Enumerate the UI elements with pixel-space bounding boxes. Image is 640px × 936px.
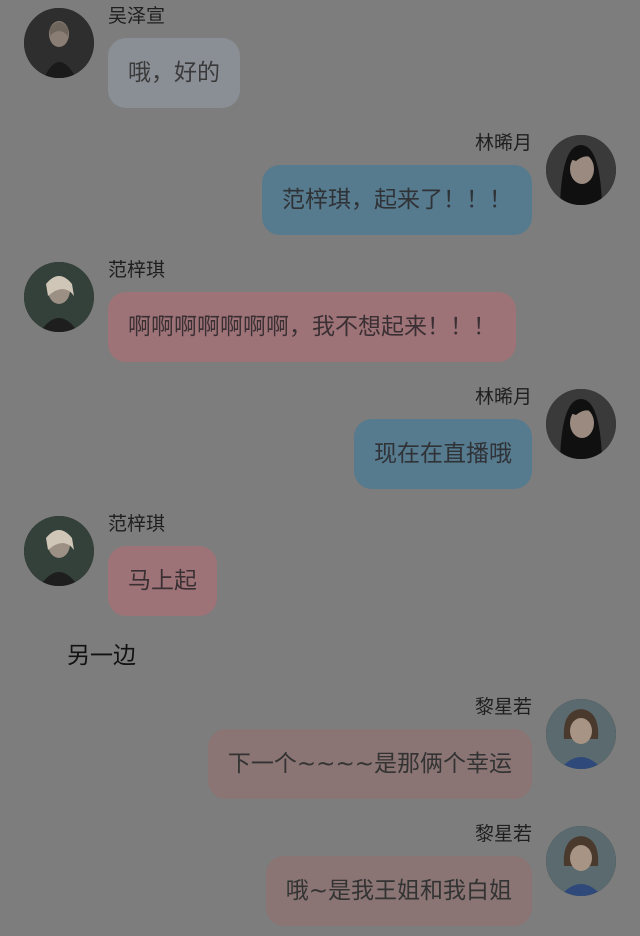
message-bubble[interactable]: 下一个~~~~是那俩个幸运	[207, 729, 532, 799]
sender-name: 范梓琪	[108, 259, 166, 281]
message-bubble[interactable]: 哦~是我王姐和我白姐	[265, 856, 532, 926]
message-bubble[interactable]: 范梓琪，起来了！！！	[262, 165, 532, 235]
message-bubble[interactable]: 啊啊啊啊啊啊啊，我不想起来！！！	[108, 292, 516, 362]
section-label: 另一边	[67, 643, 136, 669]
sender-name: 吴泽宣	[108, 5, 166, 27]
avatar-fanziqi[interactable]	[24, 516, 94, 586]
avatar-lixingruo[interactable]	[546, 826, 616, 896]
avatar-linxiyue[interactable]	[546, 389, 616, 459]
avatar-lixingruo[interactable]	[546, 699, 616, 769]
avatar-fanziqi[interactable]	[24, 262, 94, 332]
avatar-linxiyue[interactable]	[546, 135, 616, 205]
sender-name: 范梓琪	[108, 513, 166, 535]
message-bubble[interactable]: 哦，好的	[108, 38, 240, 108]
avatar-wuzexuan[interactable]	[24, 8, 94, 78]
sender-name: 黎星若	[474, 823, 532, 845]
message-bubble[interactable]: 马上起	[108, 546, 217, 616]
sender-name: 黎星若	[474, 696, 532, 718]
message-bubble[interactable]: 现在在直播哦	[354, 419, 532, 489]
sender-name: 林晞月	[474, 386, 532, 408]
sender-name: 林晞月	[474, 132, 532, 154]
